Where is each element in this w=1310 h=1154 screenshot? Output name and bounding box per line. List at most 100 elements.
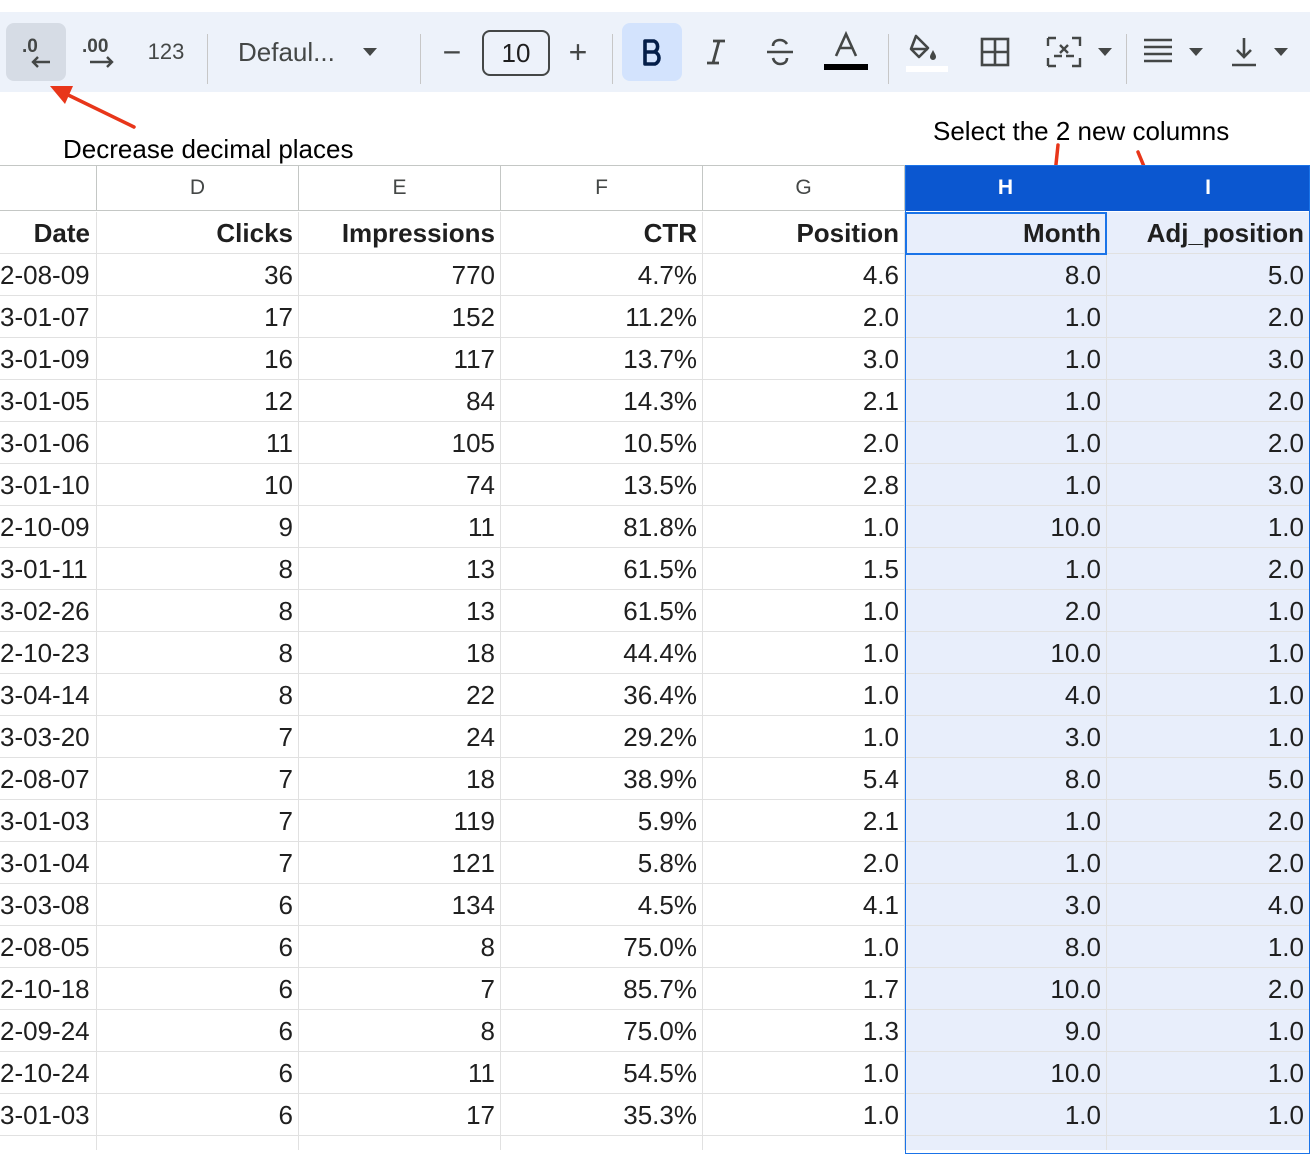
table-cell[interactable]: 10.0 xyxy=(905,632,1107,674)
table-cell[interactable]: 44.4% xyxy=(501,632,703,674)
table-cell[interactable] xyxy=(1107,1136,1310,1150)
table-cell[interactable]: 2.0 xyxy=(1107,296,1310,338)
table-cell[interactable]: 8 xyxy=(97,548,299,590)
table-cell[interactable]: 1.0 xyxy=(1107,1094,1310,1136)
table-cell[interactable] xyxy=(299,1136,501,1150)
table-cell[interactable]: 4.0 xyxy=(1107,884,1310,926)
header-cell[interactable]: Adj_position xyxy=(1107,212,1310,254)
table-cell[interactable]: 11 xyxy=(299,1052,501,1094)
table-cell[interactable]: 5.4 xyxy=(703,758,905,800)
table-cell[interactable]: 1.0 xyxy=(703,716,905,758)
table-cell[interactable]: 5.8% xyxy=(501,842,703,884)
table-cell[interactable] xyxy=(905,1136,1107,1150)
table-cell[interactable]: 2-08-05 xyxy=(0,926,97,968)
table-cell[interactable]: 119 xyxy=(299,800,501,842)
table-cell[interactable]: 3.0 xyxy=(1107,338,1310,380)
table-cell[interactable]: 1.0 xyxy=(1107,674,1310,716)
table-cell[interactable]: 1.0 xyxy=(703,506,905,548)
table-cell[interactable]: 81.8% xyxy=(501,506,703,548)
table-cell[interactable]: 2-08-07 xyxy=(0,758,97,800)
table-cell[interactable] xyxy=(97,1136,299,1150)
table-cell[interactable]: 8 xyxy=(97,632,299,674)
table-cell[interactable]: 134 xyxy=(299,884,501,926)
table-cell[interactable]: 6 xyxy=(97,1094,299,1136)
table-cell[interactable]: 3-04-14 xyxy=(0,674,97,716)
table-cell[interactable]: 10.5% xyxy=(501,422,703,464)
table-cell[interactable]: 3.0 xyxy=(905,716,1107,758)
table-cell[interactable]: 5.0 xyxy=(1107,758,1310,800)
column-header-h[interactable]: H xyxy=(905,165,1107,211)
table-cell[interactable]: 1.0 xyxy=(1107,1010,1310,1052)
table-cell[interactable]: 3.0 xyxy=(905,884,1107,926)
table-cell[interactable]: 6 xyxy=(97,884,299,926)
table-cell[interactable]: 5.9% xyxy=(501,800,703,842)
table-cell[interactable]: 3-01-09 xyxy=(0,338,97,380)
table-cell[interactable]: 29.2% xyxy=(501,716,703,758)
table-cell[interactable]: 14.3% xyxy=(501,380,703,422)
table-cell[interactable]: 2-09-24 xyxy=(0,1010,97,1052)
table-cell[interactable]: 17 xyxy=(299,1094,501,1136)
table-cell[interactable]: 2.1 xyxy=(703,800,905,842)
table-cell[interactable]: 2-10-24 xyxy=(0,1052,97,1094)
table-cell[interactable]: 3-01-05 xyxy=(0,380,97,422)
table-cell[interactable]: 1.0 xyxy=(905,422,1107,464)
table-cell[interactable]: 2.0 xyxy=(1107,800,1310,842)
column-header-e[interactable]: E xyxy=(299,165,501,211)
table-cell[interactable]: 84 xyxy=(299,380,501,422)
table-cell[interactable]: 11 xyxy=(299,506,501,548)
table-cell[interactable]: 3.0 xyxy=(703,338,905,380)
table-cell[interactable]: 35.3% xyxy=(501,1094,703,1136)
table-cell[interactable]: 2.8 xyxy=(703,464,905,506)
table-cell[interactable]: 8.0 xyxy=(905,254,1107,296)
table-cell[interactable]: 2-10-18 xyxy=(0,968,97,1010)
table-cell[interactable]: 2.0 xyxy=(1107,968,1310,1010)
table-cell[interactable]: 1.0 xyxy=(1107,1052,1310,1094)
table-cell[interactable]: 1.0 xyxy=(703,1052,905,1094)
table-cell[interactable]: 1.0 xyxy=(1107,590,1310,632)
table-cell[interactable]: 8.0 xyxy=(905,926,1107,968)
table-cell[interactable]: 2.0 xyxy=(703,422,905,464)
column-header-d[interactable]: D xyxy=(97,165,299,211)
table-cell[interactable]: 1.0 xyxy=(905,800,1107,842)
header-cell[interactable]: Position xyxy=(703,212,905,254)
table-cell[interactable]: 38.9% xyxy=(501,758,703,800)
table-cell[interactable]: 1.0 xyxy=(703,632,905,674)
table-cell[interactable]: 17 xyxy=(97,296,299,338)
table-cell[interactable]: 4.6 xyxy=(703,254,905,296)
table-cell[interactable]: 54.5% xyxy=(501,1052,703,1094)
table-cell[interactable]: 2.0 xyxy=(703,296,905,338)
column-header-i[interactable]: I xyxy=(1107,165,1310,211)
table-cell[interactable]: 3-03-20 xyxy=(0,716,97,758)
table-cell[interactable]: 1.0 xyxy=(703,590,905,632)
table-cell[interactable]: 3-01-03 xyxy=(0,800,97,842)
table-cell[interactable]: 4.5% xyxy=(501,884,703,926)
table-cell[interactable]: 36.4% xyxy=(501,674,703,716)
header-cell[interactable]: Impressions xyxy=(299,212,501,254)
table-cell[interactable]: 2.0 xyxy=(703,842,905,884)
table-cell[interactable]: 13.7% xyxy=(501,338,703,380)
table-cell[interactable]: 3-01-11 xyxy=(0,548,97,590)
header-cell[interactable]: Month xyxy=(905,212,1107,254)
table-cell[interactable]: 1.0 xyxy=(905,548,1107,590)
table-cell[interactable]: 3-01-07 xyxy=(0,296,97,338)
header-cell[interactable]: Clicks xyxy=(97,212,299,254)
table-cell[interactable]: 1.0 xyxy=(1107,716,1310,758)
table-cell[interactable]: 1.5 xyxy=(703,548,905,590)
table-cell[interactable]: 7 xyxy=(97,716,299,758)
table-cell[interactable]: 1.0 xyxy=(905,296,1107,338)
table-cell[interactable]: 11 xyxy=(97,422,299,464)
table-cell[interactable]: 18 xyxy=(299,758,501,800)
table-cell[interactable]: 7 xyxy=(97,842,299,884)
table-cell[interactable]: 10.0 xyxy=(905,506,1107,548)
table-cell[interactable]: 1.7 xyxy=(703,968,905,1010)
table-cell[interactable]: 1.0 xyxy=(1107,632,1310,674)
table-cell[interactable]: 1.0 xyxy=(905,842,1107,884)
table-cell[interactable]: 6 xyxy=(97,968,299,1010)
table-cell[interactable]: 6 xyxy=(97,1052,299,1094)
table-cell[interactable]: 2.0 xyxy=(1107,380,1310,422)
table-cell[interactable]: 75.0% xyxy=(501,1010,703,1052)
table-cell[interactable]: 74 xyxy=(299,464,501,506)
table-cell[interactable]: 3-01-03 xyxy=(0,1094,97,1136)
table-cell[interactable]: 2.0 xyxy=(905,590,1107,632)
table-cell[interactable]: 6 xyxy=(97,926,299,968)
